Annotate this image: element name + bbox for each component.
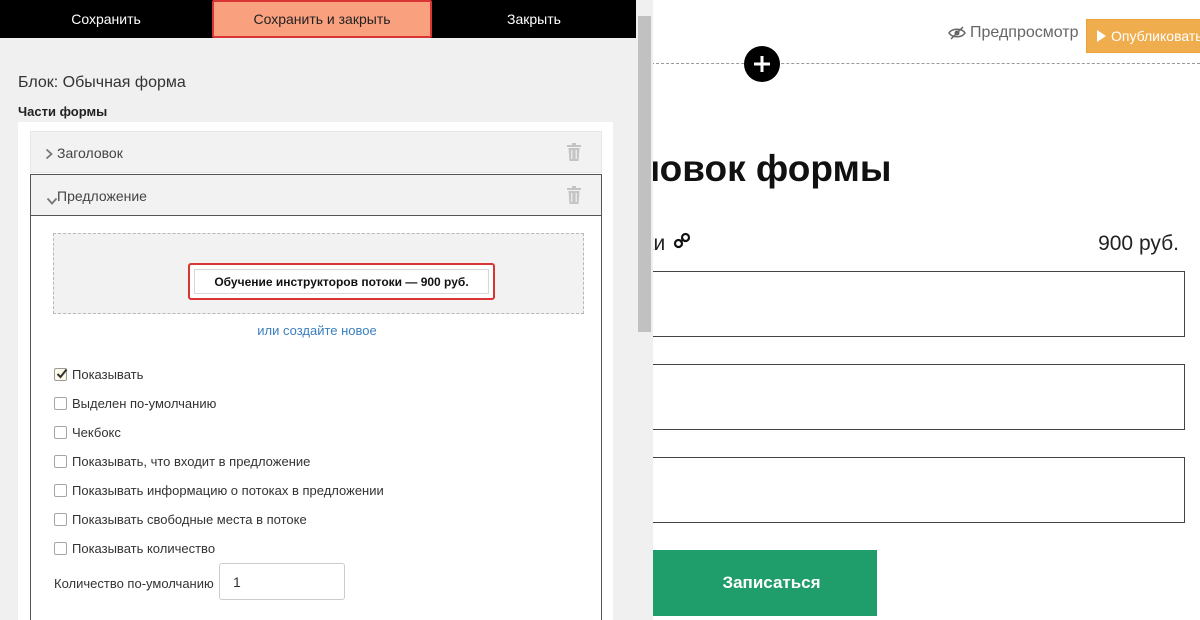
offer-card-label: Обучение инструкторов потоки — 900 руб. (194, 269, 489, 294)
form-title: головок формы (636, 148, 892, 189)
option-label: Показывать свободные места в потоке (72, 511, 307, 527)
checkbox[interactable] (54, 367, 68, 381)
trash-icon[interactable] (567, 186, 581, 209)
chain-link-icon[interactable] (673, 232, 691, 256)
block-title: Блок: Обычная форма (18, 74, 186, 91)
save-and-close-button[interactable]: Сохранить и закрыть (212, 0, 432, 38)
option-show-free-seats[interactable]: Показывать свободные места в потоке (54, 511, 307, 527)
option-show-contents[interactable]: Показывать, что входит в предложение (54, 453, 310, 469)
checkbox[interactable] (54, 512, 67, 526)
checkbox[interactable] (54, 396, 67, 410)
create-new-offer-link[interactable]: или создайте новое (31, 323, 603, 338)
option-label: Показывать, что входит в предложение (72, 453, 311, 469)
plus-circle-icon (754, 56, 770, 72)
editor-toolbar: Сохранить Сохранить и закрыть Закрыть (0, 0, 636, 38)
panel-scrollbar[interactable] (636, 0, 653, 620)
option-show-quantity[interactable]: Показывать количество (54, 540, 215, 556)
form-part-header[interactable]: Заголовок (30, 131, 602, 173)
option-label: Чекбокс (72, 424, 121, 440)
offer-card[interactable]: Обучение инструкторов потоки — 900 руб. (188, 263, 495, 300)
form-preview: Предпросмотр Опубликовать головок формы … (636, 0, 1200, 620)
default-quantity-input[interactable]: 1 (219, 563, 345, 600)
offer-price: 900 руб. (1098, 232, 1179, 255)
form-field-2[interactable] (646, 364, 1185, 430)
eye-slash-icon (948, 26, 966, 40)
close-button[interactable]: Закрыть (432, 0, 636, 38)
checkmark-icon (56, 368, 68, 378)
default-quantity-label: Количество по-умолчанию (54, 576, 214, 591)
option-show-stream-info[interactable]: Показывать информацию о потоках в предло… (54, 482, 384, 498)
form-field-1[interactable] (646, 271, 1185, 337)
scrollbar-thumb[interactable] (638, 16, 651, 332)
submit-button[interactable]: Записаться (646, 550, 877, 616)
offer-row[interactable]: отоки 900 руб. (636, 232, 1179, 260)
form-part-header[interactable]: Предложение (30, 174, 602, 216)
checkbox[interactable] (54, 454, 67, 468)
form-part-title: Предложение (57, 188, 147, 204)
form-field-3[interactable] (646, 457, 1185, 523)
editor-panel: Сохранить Сохранить и закрыть Закрыть Бл… (0, 0, 636, 620)
option-show[interactable]: Показывать (54, 366, 143, 382)
option-label: Показывать количество (72, 540, 216, 556)
preview-topbar: Предпросмотр Опубликовать (636, 0, 1200, 64)
save-button[interactable]: Сохранить (0, 0, 212, 38)
checkbox[interactable] (54, 541, 67, 555)
play-icon (1097, 30, 1106, 42)
publish-button-label: Опубликовать (1111, 28, 1200, 44)
form-part-title: Заголовок (57, 145, 123, 161)
publish-button[interactable]: Опубликовать (1086, 19, 1200, 53)
offer-drop-area: Обучение инструкторов потоки — 900 руб. (53, 233, 584, 314)
option-label: Выделен по-умолчанию (72, 395, 217, 411)
form-parts-label: Части формы (18, 104, 108, 119)
checkbox[interactable] (54, 483, 67, 497)
checkbox[interactable] (54, 425, 67, 439)
add-block-button[interactable] (744, 46, 780, 82)
trash-icon[interactable] (567, 143, 581, 166)
option-label: Показывать информацию о потоках в предло… (72, 482, 384, 498)
option-checkbox[interactable]: Чекбокс (54, 424, 121, 440)
preview-link[interactable]: Предпросмотр (948, 24, 1079, 42)
preview-link-label: Предпросмотр (970, 24, 1079, 41)
option-label: Показывать (72, 366, 144, 382)
option-default-selected[interactable]: Выделен по-умолчанию (54, 395, 216, 411)
offer-part-settings: Обучение инструкторов потоки — 900 руб. … (30, 216, 602, 620)
chevron-right-icon[interactable] (45, 147, 53, 165)
